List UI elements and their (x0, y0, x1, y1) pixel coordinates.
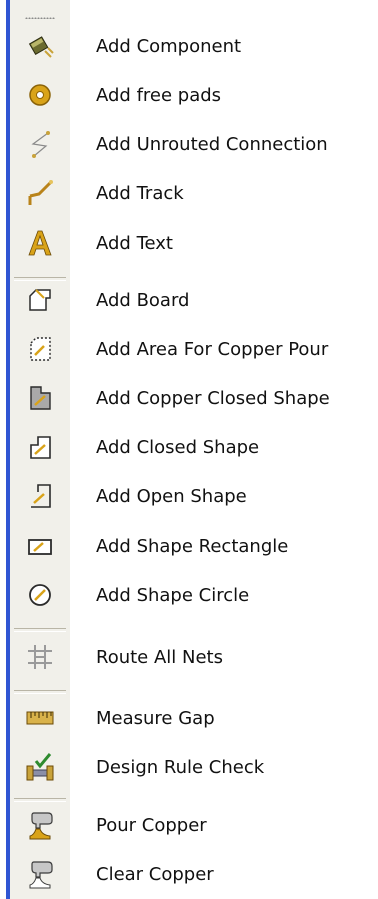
pad-icon[interactable] (24, 79, 56, 111)
route-all-nets-icon[interactable] (24, 641, 56, 673)
toolbar-item-label: Add Closed Shape (96, 437, 260, 458)
text-icon[interactable] (24, 227, 56, 259)
copper-closed-shape-icon[interactable] (24, 382, 56, 414)
board-icon[interactable] (24, 284, 56, 316)
unrouted-connection-icon[interactable] (24, 128, 56, 160)
toolbar-item-label: Measure Gap (96, 708, 215, 729)
toolbar-item-label: Clear Copper (96, 864, 214, 885)
toolbar-item-label: Add Unrouted Connection (96, 134, 328, 155)
toolbar-separator (14, 628, 66, 632)
clear-copper-icon[interactable] (24, 858, 56, 890)
toolbar-item-label: Pour Copper (96, 815, 207, 836)
measure-gap-icon[interactable] (24, 702, 56, 734)
shape-rectangle-icon[interactable] (24, 530, 56, 562)
toolbar-item-label: Design Rule Check (96, 757, 265, 778)
toolbar-separator (14, 277, 66, 281)
toolbar-grip-handle[interactable] (25, 17, 55, 19)
open-shape-icon[interactable] (24, 480, 56, 512)
toolbar-item-label: Add Area For Copper Pour (96, 339, 329, 360)
toolbar-separator (14, 690, 66, 694)
toolbar-item-label: Add Copper Closed Shape (96, 388, 330, 409)
toolbar-separator (14, 798, 66, 802)
toolbar-item-label: Add Board (96, 290, 190, 311)
component-icon[interactable] (24, 30, 56, 62)
copper-pour-area-icon[interactable] (24, 333, 56, 365)
toolbar-item-label: Add Shape Circle (96, 585, 250, 606)
toolbar-item-label: Add Text (96, 233, 173, 254)
pour-copper-icon[interactable] (24, 809, 56, 841)
shape-circle-icon[interactable] (24, 579, 56, 611)
design-rule-check-icon[interactable] (24, 751, 56, 783)
toolbar-item-label: Route All Nets (96, 647, 223, 668)
closed-shape-icon[interactable] (24, 431, 56, 463)
toolbar-item-label: Add Shape Rectangle (96, 536, 289, 557)
toolbar-item-label: Add Component (96, 36, 242, 57)
toolbar-item-label: Add Track (96, 183, 184, 204)
track-icon[interactable] (24, 177, 56, 209)
toolbar-item-label: Add free pads (96, 85, 222, 106)
toolbar-item-label: Add Open Shape (96, 486, 247, 507)
